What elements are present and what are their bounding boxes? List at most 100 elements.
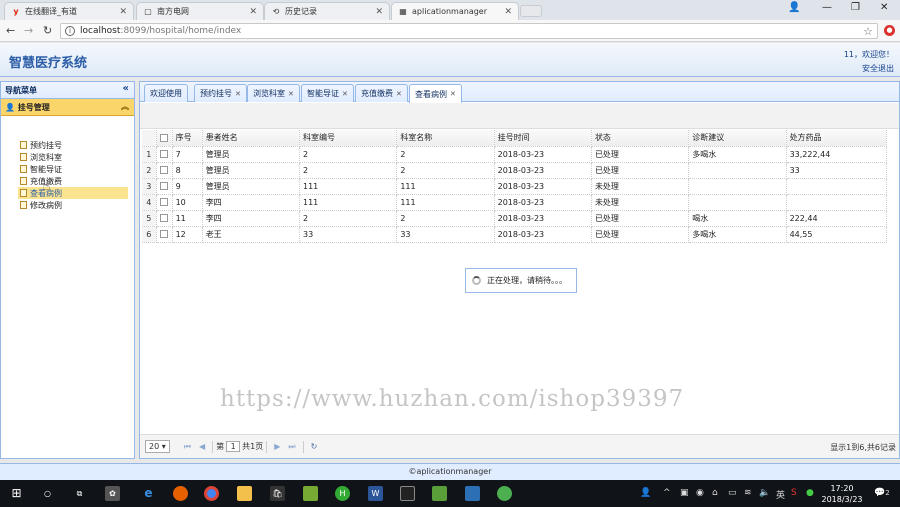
- row-checkbox[interactable]: [156, 226, 173, 243]
- nav-item[interactable]: 预约挂号: [18, 139, 128, 151]
- row-checkbox[interactable]: [156, 178, 173, 195]
- bookmark-star-icon[interactable]: ☆: [863, 25, 873, 38]
- terminal-icon[interactable]: [400, 486, 415, 501]
- clock[interactable]: 17:20 2018/3/23: [820, 483, 864, 505]
- windows-start-icon[interactable]: ⊞: [9, 486, 24, 501]
- extension-icon[interactable]: ●: [884, 25, 895, 36]
- table-row[interactable]: 6 12 老王 33 33 2018-03-23 已处理 多喝水 44,55: [142, 226, 888, 243]
- back-icon[interactable]: ←: [6, 24, 15, 37]
- notification-icon[interactable]: 💬2: [874, 488, 890, 498]
- antivirus-icon[interactable]: S: [791, 488, 797, 498]
- table-row[interactable]: 2 8 管理员 2 2 2018-03-23 已处理 33: [142, 162, 888, 179]
- close-icon[interactable]: ✕: [288, 90, 294, 98]
- folder-icon[interactable]: [237, 486, 252, 501]
- tray-badge-icon[interactable]: ●: [806, 488, 814, 498]
- tray-app-icon[interactable]: ▣: [680, 488, 689, 498]
- column-header[interactable]: 科室编号: [299, 130, 398, 147]
- collapse-up-icon[interactable]: ︽: [121, 101, 129, 112]
- column-header[interactable]: 序号: [172, 130, 203, 147]
- browser-tab[interactable]: y 在线翻译_有道 ✕: [4, 2, 134, 20]
- browser-tab-active[interactable]: ▦ aplicationmanager ✕: [391, 2, 519, 20]
- close-icon[interactable]: ✕: [450, 90, 456, 98]
- nav-item[interactable]: 智能导证: [18, 163, 128, 175]
- new-tab-button[interactable]: [520, 5, 542, 17]
- logout-link[interactable]: 安全退出: [862, 63, 894, 74]
- show-hidden-icon[interactable]: ^: [663, 488, 671, 498]
- nav-group-header[interactable]: 👤 挂号管理 ︽: [1, 99, 134, 116]
- row-checkbox[interactable]: [156, 162, 173, 179]
- page-tab[interactable]: 欢迎使用: [144, 84, 188, 102]
- minimize-icon[interactable]: —: [822, 2, 832, 13]
- wechat-icon[interactable]: [497, 486, 512, 501]
- app-icon[interactable]: [465, 486, 480, 501]
- table-row[interactable]: 4 10 李四 111 111 2018-03-23 未处理: [142, 194, 888, 211]
- close-icon[interactable]: ✕: [342, 90, 348, 98]
- row-checkbox[interactable]: [156, 194, 173, 211]
- tray-app-icon[interactable]: ◉: [696, 488, 704, 498]
- page-tab[interactable]: 智能导证 ✕: [301, 84, 354, 102]
- search-icon[interactable]: ○: [40, 486, 55, 501]
- page-tab-active[interactable]: 查看病例 ✕: [409, 84, 462, 103]
- firefox-icon[interactable]: [173, 486, 188, 501]
- nav-item[interactable]: 浏览科室: [18, 151, 128, 163]
- task-view-icon[interactable]: ⧉: [72, 486, 87, 501]
- info-icon[interactable]: i: [65, 26, 75, 36]
- select-all-checkbox[interactable]: [156, 130, 173, 147]
- profile-icon[interactable]: 👤: [788, 2, 800, 13]
- browser-tab[interactable]: ▢ 南方电网 ✕: [136, 2, 264, 20]
- document-icon: [20, 177, 27, 185]
- page-tab[interactable]: 预约挂号 ✕: [194, 84, 247, 102]
- refresh-icon[interactable]: ↻: [311, 442, 318, 451]
- game-icon[interactable]: [303, 486, 318, 501]
- column-header[interactable]: 挂号时间: [494, 130, 592, 147]
- table-row[interactable]: 3 9 管理员 111 111 2018-03-23 未处理: [142, 178, 888, 195]
- chrome-icon[interactable]: [204, 486, 219, 501]
- close-icon[interactable]: ✕: [249, 7, 257, 17]
- editor-icon[interactable]: [432, 486, 447, 501]
- first-page-icon[interactable]: ⏮: [184, 442, 191, 452]
- close-icon[interactable]: ✕: [375, 7, 383, 17]
- word-icon[interactable]: W: [368, 486, 383, 501]
- volume-icon[interactable]: 🔈: [759, 488, 770, 498]
- collapse-left-icon[interactable]: «: [123, 83, 129, 94]
- nav-item-selected[interactable]: 查看病例: [18, 187, 128, 199]
- row-checkbox[interactable]: [156, 210, 173, 227]
- column-header[interactable]: 处方药品: [786, 130, 888, 147]
- wifi-icon[interactable]: ≋: [744, 488, 752, 498]
- tray-app-icon[interactable]: ⌂: [712, 488, 718, 498]
- reload-icon[interactable]: ↻: [43, 24, 52, 37]
- nav-item-label: 浏览科室: [30, 152, 62, 162]
- column-header[interactable]: 诊断建议: [688, 130, 787, 147]
- close-icon[interactable]: ✕: [235, 90, 241, 98]
- close-icon[interactable]: ✕: [119, 7, 127, 17]
- nav-item[interactable]: 充值缴费: [18, 175, 128, 187]
- close-icon[interactable]: ✕: [504, 7, 512, 17]
- column-header[interactable]: 患者姓名: [202, 130, 301, 147]
- column-header[interactable]: 科室名称: [396, 130, 495, 147]
- table-row[interactable]: 5 11 李四 2 2 2018-03-23 已处理 喝水 222,44: [142, 210, 888, 227]
- app-icon[interactable]: ✿: [105, 486, 120, 501]
- close-window-icon[interactable]: ✕: [880, 2, 888, 13]
- hbuilder-icon[interactable]: H: [335, 486, 350, 501]
- close-icon[interactable]: ✕: [396, 90, 402, 98]
- page-size-select[interactable]: 20 ▾: [145, 440, 170, 453]
- last-page-icon[interactable]: ⏭: [288, 442, 295, 452]
- battery-icon[interactable]: ▭: [728, 488, 737, 498]
- row-checkbox[interactable]: [156, 146, 173, 163]
- browser-tab[interactable]: ⟲ 历史记录 ✕: [264, 2, 390, 20]
- ime-indicator[interactable]: 英: [776, 488, 785, 501]
- nav-item[interactable]: 修改病例: [18, 199, 128, 211]
- prev-page-icon[interactable]: ◀: [199, 442, 205, 451]
- store-icon[interactable]: 🛍: [270, 486, 285, 501]
- table-row[interactable]: 1 7 管理员 2 2 2018-03-23 已处理 多喝水 33,222,44: [142, 146, 888, 163]
- forward-icon[interactable]: →: [24, 24, 33, 37]
- page-tab[interactable]: 充值缴费 ✕: [355, 84, 408, 102]
- page-number-input[interactable]: 1: [226, 441, 241, 452]
- address-bar[interactable]: i localhost:8099/hospital/home/index ☆: [60, 23, 878, 39]
- column-header[interactable]: 状态: [591, 130, 690, 147]
- edge-icon[interactable]: e: [141, 486, 156, 501]
- page-tab[interactable]: 浏览科室 ✕: [247, 84, 300, 102]
- maximize-icon[interactable]: ❐: [851, 2, 860, 13]
- next-page-icon[interactable]: ▶: [274, 442, 280, 451]
- people-icon[interactable]: 👤: [640, 488, 651, 498]
